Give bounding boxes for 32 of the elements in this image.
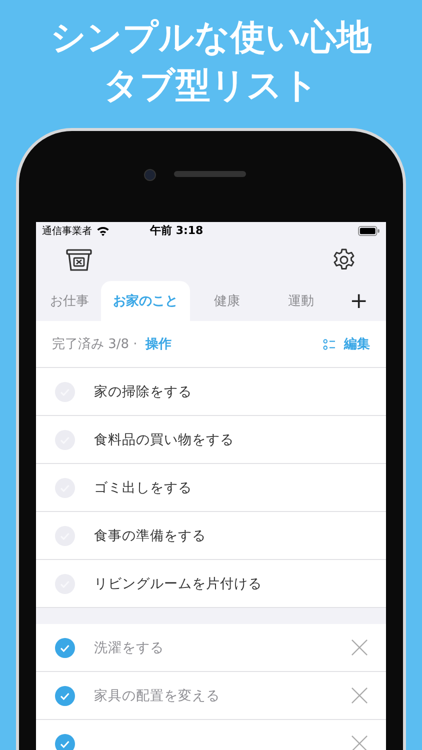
checkbox[interactable] [55,734,75,750]
task-text: 家の掃除をする [94,382,193,400]
tab[interactable]: 運動 [264,281,338,321]
task-text: 洗濯をする [94,638,165,656]
completed-count: 完了済み 3/8 · [52,336,138,353]
edit-link[interactable]: 編集 [344,335,370,353]
action-link[interactable]: 操作 [145,335,172,353]
task-text: 食事の準備をする [94,526,207,544]
trash-icon[interactable] [66,248,92,272]
checkbox[interactable] [55,686,75,706]
task-text: 家具の配置を変える [94,686,221,704]
task-text: ゴミ出しをする [94,478,193,496]
checkbox[interactable] [55,638,75,658]
add-tab-button[interactable]: + [344,281,374,321]
headline: タブ型リスト [104,65,318,108]
close-icon[interactable] [351,639,368,656]
speaker-grille [174,171,246,177]
carrier-name: 通信事業者 [42,224,92,238]
tab[interactable]: お仕事 [38,281,101,321]
wifi-icon [96,226,110,236]
tab[interactable]: 健康 [190,281,264,321]
status-time: 午前 3:18 [150,223,204,238]
settings-icon[interactable] [332,248,356,272]
close-icon[interactable] [351,735,368,750]
task-text: リビングルームを片付ける [94,574,263,592]
tab[interactable]: お家のこと [101,281,190,321]
camera-icon [144,169,156,181]
headline: シンプルな使い心地 [50,17,372,60]
battery-icon [358,226,380,236]
task-text: 食料品の買い物をする [94,430,235,448]
list-icon[interactable] [323,338,336,350]
close-icon[interactable] [351,687,368,704]
